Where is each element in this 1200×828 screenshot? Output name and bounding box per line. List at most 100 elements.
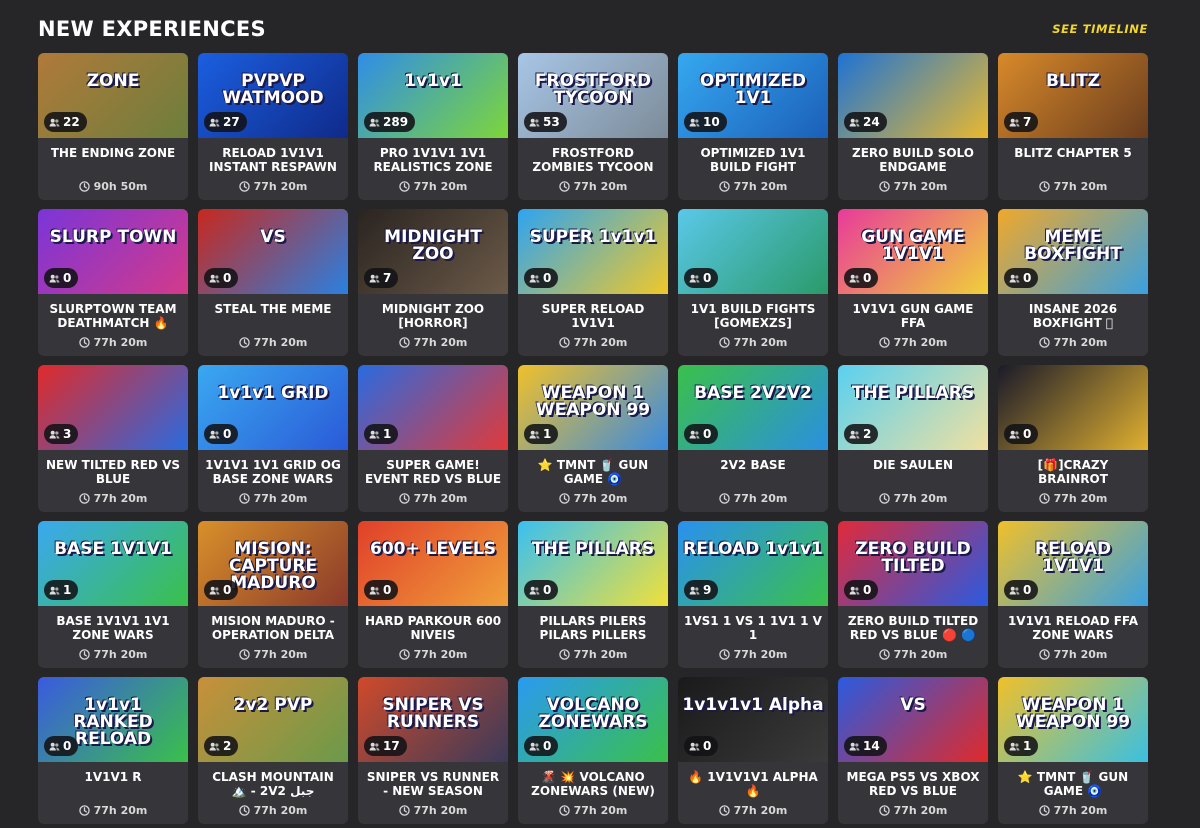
- player-count: 0: [1023, 271, 1032, 285]
- time-text: 77h 20m: [893, 648, 948, 661]
- time-remaining: 77h 20m: [558, 648, 627, 661]
- experience-card[interactable]: 24 ZERO BUILD SOLO ENDGAME 77h 20m: [838, 53, 988, 200]
- people-icon: [849, 118, 860, 127]
- experience-card[interactable]: WEAPON 1 WEAPON 99 1 ⭐ TMNT 🥤 GUN GAME 🧿 77…: [518, 365, 668, 512]
- card-body: 2V2 BASE 77h 20m: [678, 450, 828, 512]
- clock-icon: [398, 181, 410, 192]
- experience-thumbnail: THE PILLARS 0: [518, 521, 668, 606]
- experience-card[interactable]: 1v1v1 289 PRO 1V1V1 1V1 REALISTICS ZONE 77h…: [358, 53, 508, 200]
- experience-card[interactable]: 1v1v1 GRID 0 1V1V1 1V1 GRID OG BASE ZONE W…: [198, 365, 348, 512]
- experience-card[interactable]: VS 0 STEAL THE MEME 77h 20m: [198, 209, 348, 356]
- experience-thumbnail: MISION: CAPTURE MADURO 0: [198, 521, 348, 606]
- card-body: 🔥 1V1V1V1 ALPHA 🔥 77h 20m: [678, 762, 828, 824]
- experience-card[interactable]: BASE 2V2V2 0 2V2 BASE 77h 20m: [678, 365, 828, 512]
- experience-card[interactable]: THE PILLARS 0 PILLARS PILERS PILARS PILLER…: [518, 521, 668, 668]
- clock-icon: [718, 493, 730, 504]
- time-text: 77h 20m: [733, 492, 788, 505]
- experience-card[interactable]: 0 [🎁]CRAZY BRAINROT 77h 20m: [998, 365, 1148, 512]
- people-icon: [209, 274, 220, 283]
- clock-icon: [238, 649, 250, 660]
- experience-thumbnail: VS 14: [838, 677, 988, 762]
- experience-thumbnail: 0: [678, 209, 828, 294]
- player-count-badge: 0: [524, 736, 559, 756]
- experience-thumbnail: GUN GAME 1V1V1 0: [838, 209, 988, 294]
- experience-card[interactable]: 3 NEW TILTED RED VS BLUE 77h 20m: [38, 365, 188, 512]
- experience-title: 🌋 💥 VOLCANO ZONEWARS (NEW): [531, 770, 655, 798]
- time-text: 77h 20m: [253, 804, 308, 817]
- experience-card[interactable]: 1 SUPER GAME! EVENT RED VS BLUE 77h 20m: [358, 365, 508, 512]
- experience-title: SNIPER VS RUNNER - NEW SEASON: [366, 770, 500, 798]
- experience-card[interactable]: THE PILLARS 2 DIE SAULEN 77h 20m: [838, 365, 988, 512]
- experience-card[interactable]: FROSTFORD TYCOON 53 FROSTFORD ZOMBIES TYCO…: [518, 53, 668, 200]
- experience-card[interactable]: 0 1V1 BUILD FIGHTS [GOMEXZS] 77h 20m: [678, 209, 828, 356]
- clock-icon: [558, 181, 570, 192]
- experience-card[interactable]: SLURP TOWN 0 SLURPTOWN TEAM DEATHMATCH 🔥 77…: [38, 209, 188, 356]
- experience-thumbnail: 1: [358, 365, 508, 450]
- experience-card[interactable]: OPTIMIZED 1V1 10 OPTIMIZED 1V1 BUILD FIGHT…: [678, 53, 828, 200]
- player-count: 0: [703, 739, 712, 753]
- people-icon: [1009, 586, 1020, 595]
- experience-card[interactable]: SUPER 1v1v1 0 SUPER RELOAD 1V1V1 77h 20m: [518, 209, 668, 356]
- experience-card[interactable]: SNIPER VS RUNNERS 17 SNIPER VS RUNNER - NE…: [358, 677, 508, 824]
- people-icon: [529, 430, 540, 439]
- player-count-badge: 0: [684, 736, 719, 756]
- experience-title: PILLARS PILERS PILARS PILLERS: [539, 614, 647, 642]
- experience-card[interactable]: GUN GAME 1V1V1 0 1V1V1 GUN GAME FFA 77h 20m: [838, 209, 988, 356]
- experience-card[interactable]: ZERO BUILD TILTED 0 ZERO BUILD TILTED RED …: [838, 521, 988, 668]
- clock-icon: [878, 337, 890, 348]
- experience-thumbnail: RELOAD 1V1V1 0: [998, 521, 1148, 606]
- player-count: 289: [383, 115, 409, 129]
- clock-icon: [238, 805, 250, 816]
- experience-card[interactable]: PVPVP WATMOOD 27 RELOAD 1V1V1 INSTANT RESP…: [198, 53, 348, 200]
- experience-card[interactable]: BLITZ 7 BLITZ CHAPTER 5 77h 20m: [998, 53, 1148, 200]
- experience-card[interactable]: VOLCANO ZONEWARS 0 🌋 💥 VOLCANO ZONEWARS (N…: [518, 677, 668, 824]
- player-count: 1: [63, 583, 72, 597]
- experience-thumbnail: RELOAD 1v1v1 9: [678, 521, 828, 606]
- clock-icon: [238, 493, 250, 504]
- experience-thumbnail: 0: [998, 365, 1148, 450]
- time-remaining: 77h 20m: [718, 180, 787, 193]
- player-count-badge: 0: [684, 424, 719, 444]
- experience-thumbnail: PVPVP WATMOOD 27: [198, 53, 348, 138]
- experience-thumbnail: ZONE 22: [38, 53, 188, 138]
- card-body: BASE 1V1V1 1V1 ZONE WARS 77h 20m: [38, 606, 188, 668]
- time-text: 77h 20m: [253, 336, 308, 349]
- experience-card[interactable]: 1v1v1 RANKED RELOAD 0 1V1V1 R 77h 20m: [38, 677, 188, 824]
- people-icon: [689, 742, 700, 751]
- experience-thumbnail: BLITZ 7: [998, 53, 1148, 138]
- experience-card[interactable]: 600+ LEVELS 0 HARD PARKOUR 600 NIVEIS 77h 2…: [358, 521, 508, 668]
- experience-card[interactable]: RELOAD 1V1V1 0 1V1V1 RELOAD FFA ZONE WARS 7…: [998, 521, 1148, 668]
- experience-card[interactable]: RELOAD 1v1v1 9 1VS1 1 VS 1 1V1 1 V 1 77h 20…: [678, 521, 828, 668]
- experience-card[interactable]: WEAPON 1 WEAPON 99 1 ⭐ TMNT 🥤 GUN GAME 🧿 77…: [998, 677, 1148, 824]
- experience-title: NEW TILTED RED VS BLUE: [46, 458, 180, 486]
- time-text: 77h 20m: [93, 648, 148, 661]
- experience-card[interactable]: 2v2 PVP 2 CLASH MOUNTAIN 🏔️ - 2V2 جبل المو…: [198, 677, 348, 824]
- experience-card[interactable]: MISION: CAPTURE MADURO 0 MISION MADURO - O…: [198, 521, 348, 668]
- experience-title: MIDNIGHT ZOO [HORROR]: [381, 302, 485, 330]
- experience-card[interactable]: MIDNIGHT ZOO 7 MIDNIGHT ZOO [HORROR] 77h 20…: [358, 209, 508, 356]
- experience-card[interactable]: ZONE 22 THE ENDING ZONE 90h 50m: [38, 53, 188, 200]
- player-count-badge: 1: [44, 580, 79, 600]
- player-count: 0: [1023, 583, 1032, 597]
- experience-card[interactable]: VS 14 MEGA PS5 VS XBOX RED VS BLUE 77h 20m: [838, 677, 988, 824]
- experience-card[interactable]: 1v1v1v1 Alpha 0 🔥 1V1V1V1 ALPHA 🔥 77h 20m: [678, 677, 828, 824]
- player-count: 9: [703, 583, 712, 597]
- time-text: 77h 20m: [413, 492, 468, 505]
- player-count: 0: [863, 583, 872, 597]
- player-count-badge: 1: [364, 424, 399, 444]
- player-count: 53: [543, 115, 560, 129]
- player-count-badge: 0: [44, 736, 79, 756]
- clock-icon: [558, 805, 570, 816]
- card-body: PRO 1V1V1 1V1 REALISTICS ZONE 77h 20m: [358, 138, 508, 200]
- experience-card[interactable]: BASE 1V1V1 1 BASE 1V1V1 1V1 ZONE WARS 77h 2…: [38, 521, 188, 668]
- time-text: 90h 50m: [93, 180, 148, 193]
- people-icon: [849, 430, 860, 439]
- experience-thumbnail: THE PILLARS 2: [838, 365, 988, 450]
- card-body: ⭐ TMNT 🥤 GUN GAME 🧿 77h 20m: [518, 450, 668, 512]
- see-timeline-link[interactable]: SEE TIMELINE: [1052, 22, 1148, 36]
- people-icon: [1009, 742, 1020, 751]
- clock-icon: [1038, 493, 1050, 504]
- experience-card[interactable]: MEME BOXFIGHT 0 INSANE 2026 BOXFIGHT 🏽 77h …: [998, 209, 1148, 356]
- time-text: 77h 20m: [893, 804, 948, 817]
- thumbnail-text: 1v1v1: [404, 71, 462, 91]
